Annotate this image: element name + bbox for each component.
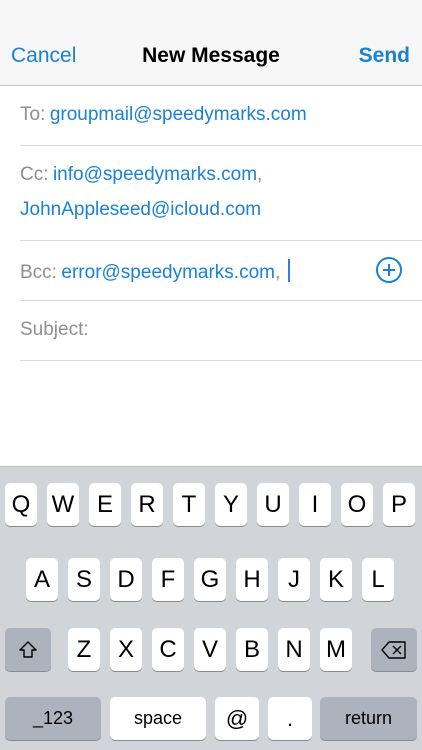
key-z[interactable]: Z bbox=[68, 628, 100, 671]
key-q[interactable]: Q bbox=[5, 483, 37, 526]
bcc-recipient[interactable]: error@speedymarks.com bbox=[61, 262, 275, 283]
period-key[interactable]: . bbox=[268, 697, 312, 740]
key-r[interactable]: R bbox=[131, 483, 163, 526]
cc-recipient-1[interactable]: info@speedymarks.com bbox=[53, 164, 257, 185]
subject-field[interactable]: Subject: bbox=[20, 301, 422, 361]
key-u[interactable]: U bbox=[257, 483, 289, 526]
navigation-bar: Cancel New Message Send bbox=[0, 28, 422, 86]
key-b[interactable]: B bbox=[236, 628, 268, 671]
add-contact-icon[interactable] bbox=[376, 257, 402, 283]
bcc-label: Bcc: bbox=[20, 262, 57, 283]
key-d[interactable]: D bbox=[110, 558, 142, 601]
key-t[interactable]: T bbox=[173, 483, 205, 526]
text-cursor bbox=[288, 259, 291, 282]
message-body[interactable] bbox=[0, 361, 422, 466]
key-w[interactable]: W bbox=[47, 483, 79, 526]
key-i[interactable]: I bbox=[299, 483, 331, 526]
key-h[interactable]: H bbox=[236, 558, 268, 601]
key-s[interactable]: S bbox=[68, 558, 100, 601]
bcc-field[interactable]: Bcc: error@speedymarks.com, bbox=[20, 241, 422, 301]
shift-icon bbox=[19, 640, 37, 658]
delete-key[interactable] bbox=[371, 628, 417, 671]
bcc-separator: , bbox=[274, 262, 281, 283]
key-c[interactable]: C bbox=[152, 628, 184, 671]
key-a[interactable]: A bbox=[26, 558, 58, 601]
key-o[interactable]: O bbox=[341, 483, 373, 526]
at-key[interactable]: @ bbox=[215, 697, 259, 740]
send-button[interactable]: Send bbox=[359, 44, 410, 68]
key-g[interactable]: G bbox=[194, 558, 226, 601]
key-x[interactable]: X bbox=[110, 628, 142, 671]
return-key[interactable]: return bbox=[320, 697, 417, 740]
key-f[interactable]: F bbox=[152, 558, 184, 601]
to-recipient[interactable]: groupmail@speedymarks.com bbox=[50, 104, 307, 125]
key-e[interactable]: E bbox=[89, 483, 121, 526]
key-v[interactable]: V bbox=[194, 628, 226, 671]
space-key[interactable]: space bbox=[110, 697, 206, 740]
cc-separator: , bbox=[257, 164, 263, 185]
key-m[interactable]: M bbox=[320, 628, 352, 671]
cc-field[interactable]: Cc: info@speedymarks.com, JohnAppleseed@… bbox=[20, 146, 422, 241]
key-l[interactable]: L bbox=[362, 558, 394, 601]
cc-label: Cc: bbox=[20, 164, 49, 185]
key-n[interactable]: N bbox=[278, 628, 310, 671]
to-field[interactable]: To: groupmail@speedymarks.com bbox=[20, 86, 422, 146]
key-y[interactable]: Y bbox=[215, 483, 247, 526]
cc-recipient-2[interactable]: JohnAppleseed@icloud.com bbox=[20, 199, 261, 220]
to-label: To: bbox=[20, 104, 46, 125]
numbers-key[interactable]: _123 bbox=[5, 697, 101, 740]
delete-icon bbox=[381, 640, 406, 659]
key-p[interactable]: P bbox=[383, 483, 415, 526]
subject-label: Subject: bbox=[20, 319, 89, 340]
status-bar bbox=[0, 0, 422, 28]
shift-key[interactable] bbox=[5, 628, 51, 671]
key-j[interactable]: J bbox=[278, 558, 310, 601]
keyboard: Q W E R T Y U I O P A S D F G H J K L Z … bbox=[0, 466, 422, 750]
key-k[interactable]: K bbox=[320, 558, 352, 601]
